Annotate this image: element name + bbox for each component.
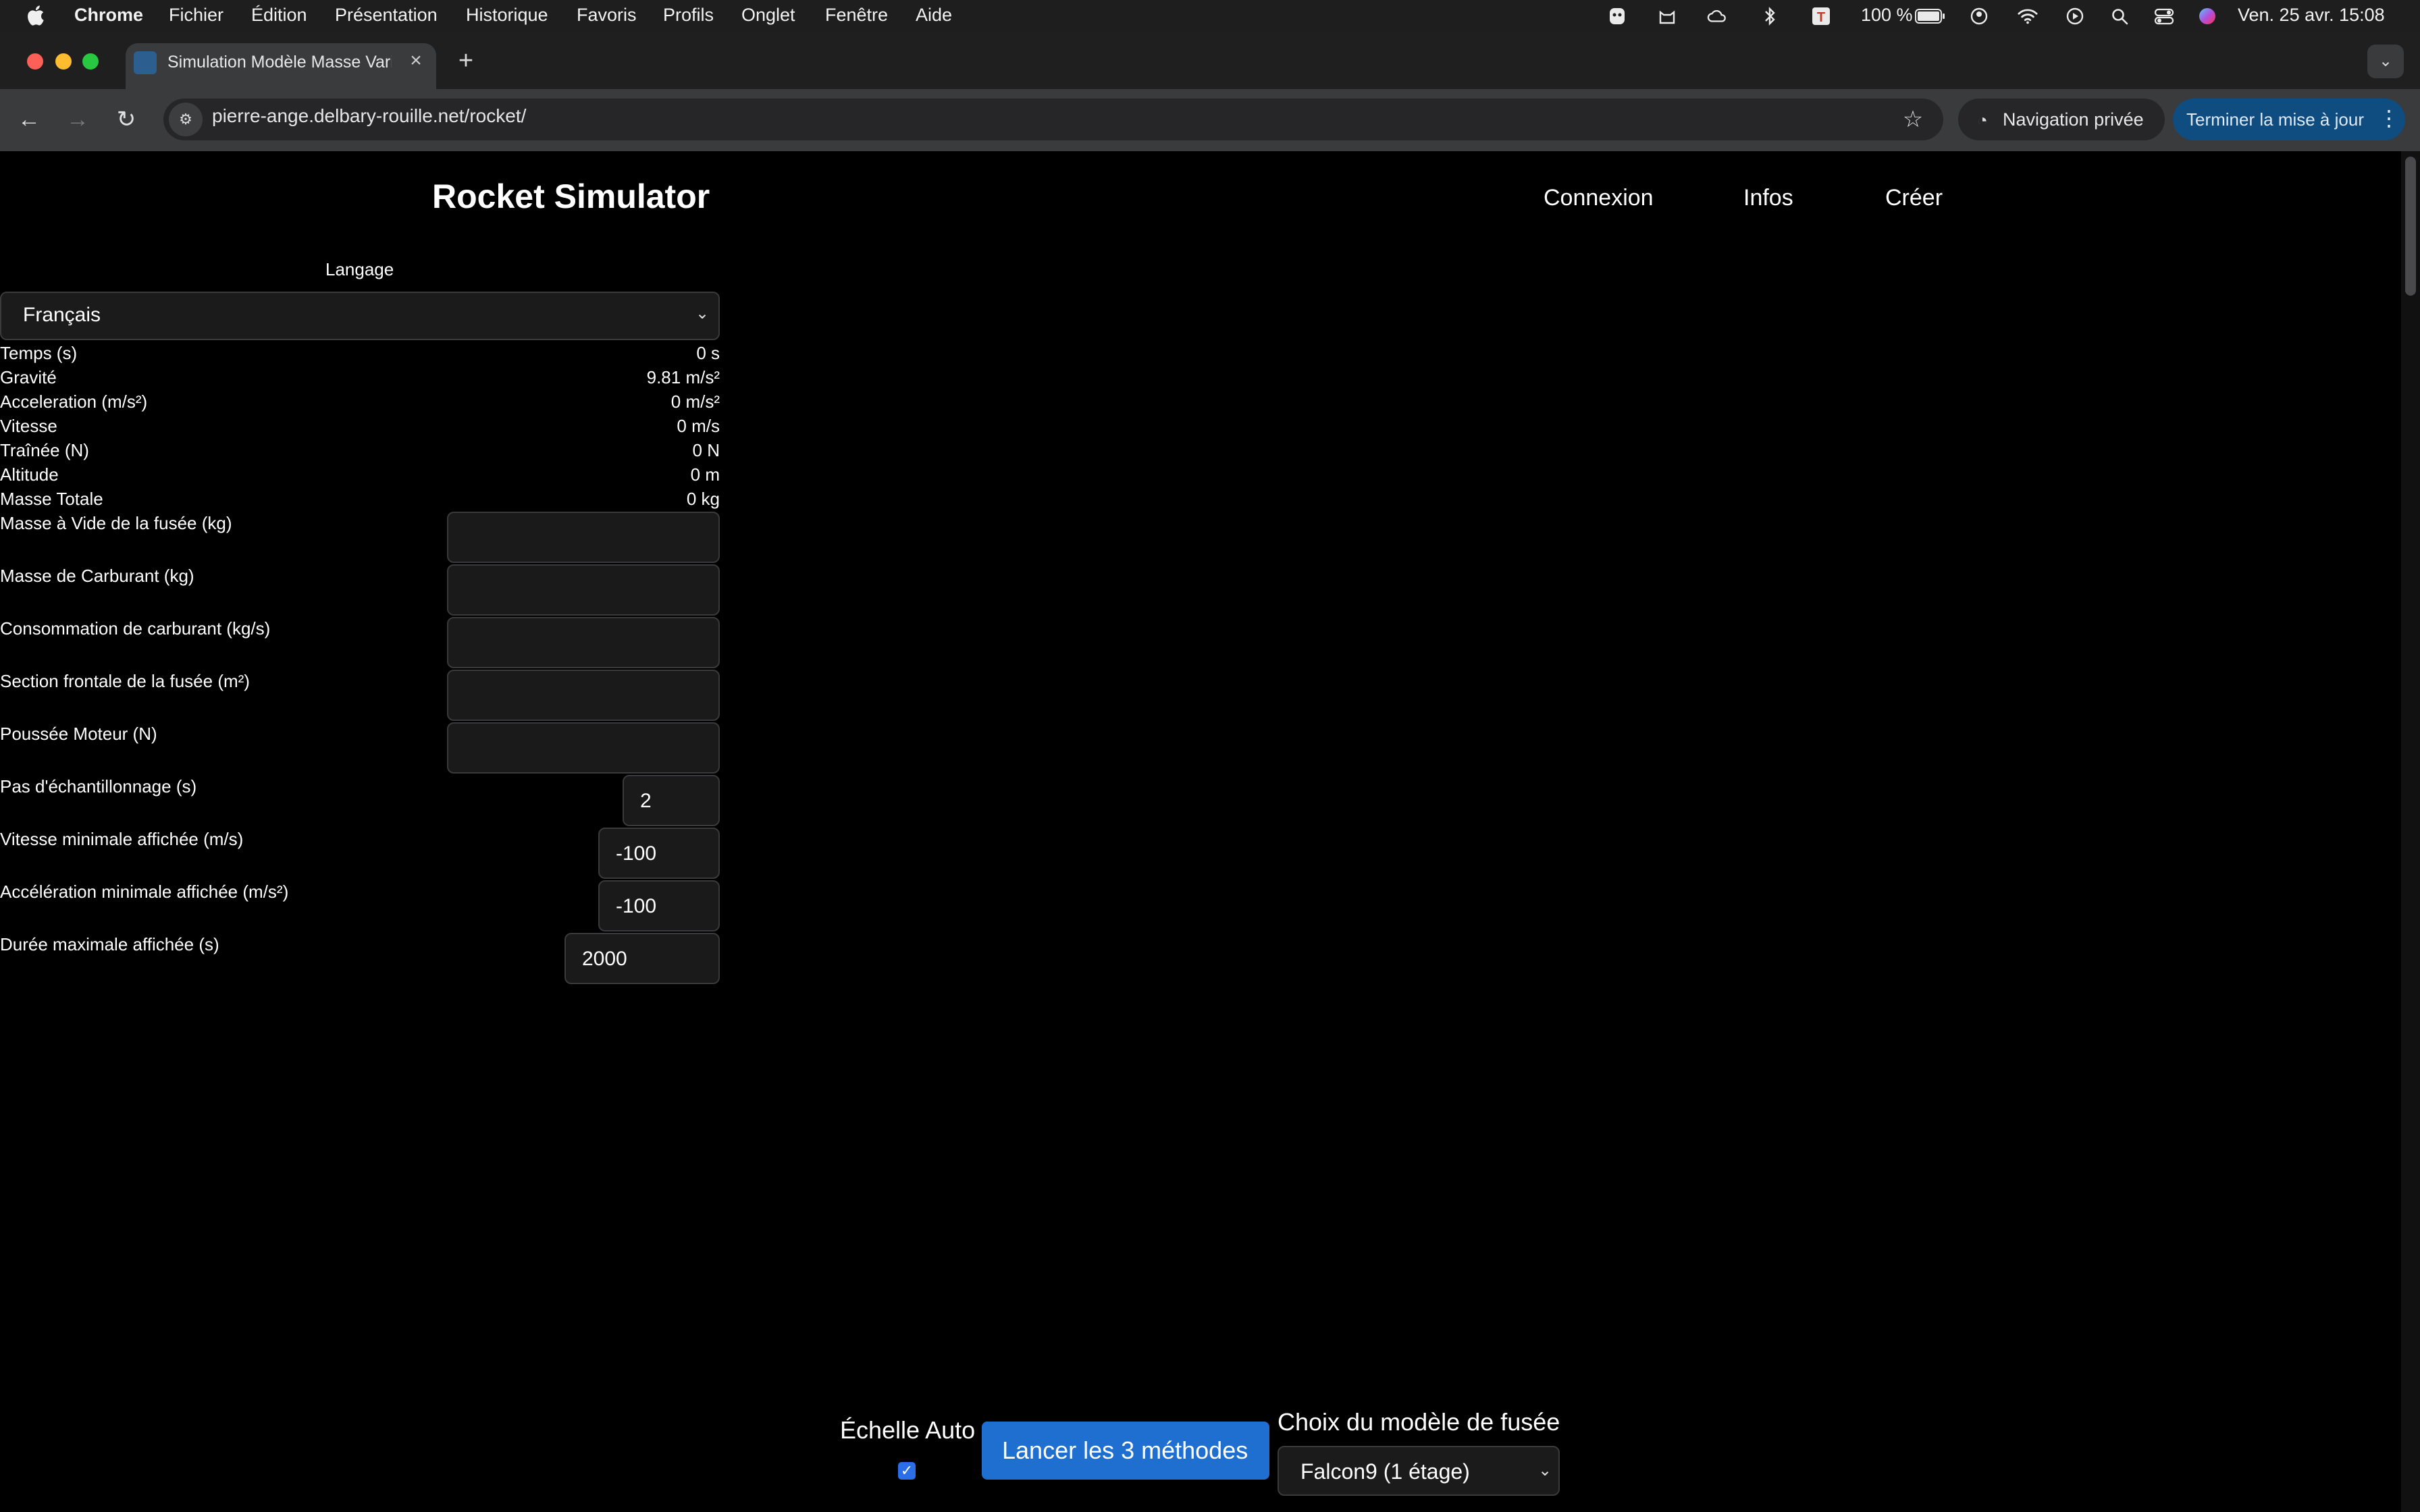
- new-tab-icon[interactable]: +: [452, 46, 479, 76]
- auto-scale-checkbox[interactable]: ✓: [898, 1462, 916, 1480]
- battery-icon[interactable]: [1915, 6, 1946, 26]
- readout-value: 0 N: [692, 440, 720, 460]
- nav-creer[interactable]: Créer: [1885, 185, 1943, 211]
- page-scrollbar[interactable]: [2401, 151, 2420, 1512]
- readout-value: 0 kg: [686, 489, 720, 509]
- menu-edition[interactable]: Édition: [251, 5, 307, 26]
- nav-connexion[interactable]: Connexion: [1544, 185, 1654, 211]
- input-label-max-duration: Durée maximale affichée (s): [0, 934, 219, 954]
- readout-label: Vitesse: [0, 416, 57, 436]
- language-select[interactable]: [0, 292, 720, 340]
- address-url[interactable]: pierre-ange.delbary-rouille.net/rocket/: [212, 105, 526, 127]
- menu-presentation[interactable]: Présentation: [335, 5, 438, 26]
- min-acceleration-input[interactable]: -100: [598, 880, 720, 932]
- tab-close-icon[interactable]: ×: [405, 49, 427, 73]
- input-label-min-acceleration: Accélération minimale affichée (m/s²): [0, 882, 289, 902]
- thrust-input[interactable]: [447, 722, 720, 774]
- readout-value: 9.81 m/s²: [646, 367, 720, 387]
- dry-mass-input[interactable]: [447, 512, 720, 563]
- chevron-down-icon: ⌄: [695, 304, 710, 323]
- menu-aide[interactable]: Aide: [916, 5, 952, 26]
- svg-text:T: T: [1817, 10, 1825, 25]
- menu-fenetre[interactable]: Fenêtre: [825, 5, 888, 26]
- menu-profils[interactable]: Profils: [663, 5, 714, 26]
- input-label-frontal-section: Section frontale de la fusée (m²): [0, 671, 250, 691]
- menu-historique[interactable]: Historique: [466, 5, 548, 26]
- window-close-button[interactable]: [27, 53, 43, 70]
- max-duration-input[interactable]: 2000: [564, 933, 720, 984]
- forward-arrow-icon[interactable]: →: [61, 103, 95, 136]
- spotlight-search-icon[interactable]: [2109, 6, 2130, 26]
- frontal-section-input[interactable]: [447, 670, 720, 721]
- apple-logo-icon[interactable]: [26, 4, 45, 27]
- input-label-dry-mass: Masse à Vide de la fusée (kg): [0, 513, 232, 533]
- wifi-icon[interactable]: [2018, 6, 2038, 26]
- language-selected-value: Français: [23, 304, 101, 326]
- bookmark-star-icon[interactable]: ☆: [1896, 103, 1930, 136]
- menu-favoris[interactable]: Favoris: [577, 5, 637, 26]
- input-label-sampling-step: Pas d'échantillonnage (s): [0, 776, 197, 796]
- control-center-icon[interactable]: [2154, 6, 2174, 26]
- cloud-sync-icon[interactable]: [1707, 6, 1727, 26]
- readout-label: Traînée (N): [0, 440, 89, 460]
- reload-icon[interactable]: ↻: [109, 103, 143, 136]
- readout-value: 0 m: [690, 464, 720, 485]
- fuel-consumption-input[interactable]: [447, 617, 720, 668]
- url-path: /rocket/: [464, 105, 527, 126]
- readout-label: Temps (s): [0, 343, 78, 363]
- readout-label: Acceleration (m/s²): [0, 392, 148, 412]
- ghost-app-icon[interactable]: [1607, 6, 1627, 26]
- window-zoom-button[interactable]: [82, 53, 99, 70]
- incognito-icon: ◔: [1977, 110, 1988, 130]
- chevron-down-icon: ⌄: [1538, 1461, 1552, 1480]
- readout-label: Altitude: [0, 464, 59, 485]
- menu-app-name[interactable]: Chrome: [74, 5, 143, 26]
- sampling-step-input[interactable]: 2: [623, 775, 720, 826]
- menu-fichier[interactable]: Fichier: [169, 5, 223, 26]
- window-minimize-button[interactable]: [55, 53, 72, 70]
- input-label-fuel-consumption: Consommation de carburant (kg/s): [0, 618, 271, 639]
- kebab-menu-icon[interactable]: ⋮: [2378, 105, 2400, 131]
- now-playing-icon[interactable]: [2065, 6, 2085, 26]
- url-host: pierre-ange.delbary-rouille.net: [212, 105, 465, 126]
- scrollbar-thumb[interactable]: [2405, 157, 2416, 296]
- rocket-model-selected-value: Falcon9 (1 étage): [1300, 1459, 1470, 1484]
- update-chrome-label: Terminer la mise à jour: [2186, 109, 2364, 130]
- nav-infos[interactable]: Infos: [1743, 185, 1793, 211]
- menu-onglet[interactable]: Onglet: [741, 5, 795, 26]
- input-label-fuel-mass: Masse de Carburant (kg): [0, 566, 194, 586]
- input-label-thrust: Poussée Moteur (N): [0, 724, 157, 744]
- tab-search-chevron-icon[interactable]: ⌄: [2367, 45, 2404, 78]
- run-button-label: Lancer les 3 méthodes: [1002, 1436, 1248, 1464]
- rocket-model-label: Choix du modèle de fusée: [1278, 1408, 1560, 1436]
- siri-icon[interactable]: [2197, 6, 2217, 26]
- cat-app-icon[interactable]: [1657, 6, 1677, 26]
- menubar-clock[interactable]: Ven. 25 avr. 15:08: [2238, 5, 2385, 26]
- readout-label: Masse Totale: [0, 489, 103, 509]
- fuel-mass-input[interactable]: [447, 564, 720, 616]
- bluetooth-icon[interactable]: [1760, 6, 1780, 26]
- battery-percent: 100 %: [1861, 5, 1913, 25]
- site-title[interactable]: Rocket Simulator: [432, 177, 710, 216]
- back-arrow-icon[interactable]: ←: [12, 103, 46, 136]
- language-label: Langage: [325, 259, 394, 279]
- site-settings-icon[interactable]: ⚙: [169, 103, 203, 136]
- auto-scale-label: Échelle Auto: [840, 1416, 976, 1444]
- input-label-min-speed: Vitesse minimale affichée (m/s): [0, 829, 244, 849]
- readout-value: 0 m/s²: [670, 392, 720, 412]
- readout-value: 0 m/s: [677, 416, 720, 436]
- incognito-label: Navigation privée: [2003, 109, 2144, 130]
- text-tool-icon[interactable]: T: [1811, 6, 1831, 26]
- readout-label: Gravité: [0, 367, 57, 387]
- user-account-icon[interactable]: [1969, 6, 1989, 26]
- tab-title[interactable]: Simulation Modèle Masse Variable: [167, 49, 392, 76]
- readout-value: 0 s: [696, 343, 720, 363]
- rocket-favicon-icon: [134, 51, 157, 74]
- macos-menu-bar: Chrome Fichier Édition Présentation Hist…: [0, 0, 2420, 32]
- min-speed-input[interactable]: -100: [598, 828, 720, 879]
